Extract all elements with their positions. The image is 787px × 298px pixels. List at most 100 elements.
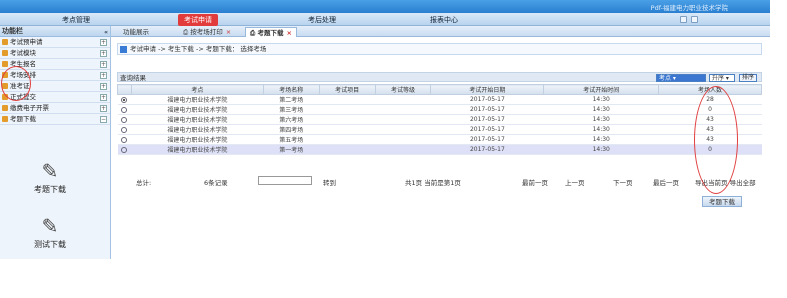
cell-date: 2017-05-17: [430, 94, 544, 105]
table-row[interactable]: 福建电力职业技术学院 第二考场 2017-05-17 14:30 28: [117, 94, 762, 105]
printer-icon: ⎙: [250, 29, 256, 37]
next-page-link[interactable]: 下一页: [613, 177, 633, 187]
total-label: 总计:: [136, 179, 152, 187]
expand-icon[interactable]: +: [100, 50, 107, 57]
sidebar-title: 功能栏: [2, 27, 23, 35]
first-page-link[interactable]: 最前一页: [522, 177, 548, 187]
cell-site: 福建电力职业技术学院: [131, 94, 264, 105]
breadcrumb: 考试申请 -> 考生下载 -> 考题下载： 选择考场: [117, 43, 762, 55]
download-pen-icon: ✎: [41, 159, 59, 183]
row-radio[interactable]: [121, 116, 128, 123]
sidebar-item-e-invoice[interactable]: 缴费电子开票 +: [0, 103, 110, 114]
expand-icon[interactable]: +: [100, 83, 107, 90]
cell-project: [319, 134, 376, 145]
nav-site-management[interactable]: 考点管理: [62, 15, 90, 25]
results-bar: 查询结果 考点 ▾ 升序 ▾ 排序: [117, 72, 762, 82]
expand-icon[interactable]: +: [100, 72, 107, 79]
sort-field-value: 考点: [659, 75, 672, 82]
brand-text: Pdf-福建电力职业技术学院: [650, 4, 728, 12]
tab-question-download[interactable]: ⎙ 考题下载 ×: [245, 27, 297, 37]
table-row[interactable]: 福建电力职业技术学院 第一考场 2017-05-17 14:30 0: [117, 144, 762, 155]
sidebar-item-label: 考题下载: [10, 115, 36, 123]
cell-level: [375, 134, 431, 145]
prev-page-link[interactable]: 上一页: [565, 177, 585, 187]
folder-icon: [2, 61, 8, 67]
exam-room-table: 考点 考场名称 考试项目 考试等级 考试开始日期 考试开始时间 考场人数 福建电…: [117, 84, 762, 155]
row-radio[interactable]: [121, 146, 128, 153]
column-header: 考场名称: [262, 84, 320, 95]
nav-exam-application[interactable]: 考试申请: [178, 14, 218, 26]
table-row[interactable]: 福建电力职业技术学院 第六考场 2017-05-17 14:30 43: [117, 114, 762, 125]
record-count: 6条记录: [204, 179, 228, 187]
cell-date: 2017-05-17: [430, 104, 544, 115]
table-row[interactable]: 福建电力职业技术学院 第三考场 2017-05-17 14:30 0: [117, 104, 762, 115]
question-download-shortcut[interactable]: ✎ 考题下载: [30, 159, 70, 195]
row-radio[interactable]: [121, 96, 128, 103]
sidebar-item-exam-module[interactable]: 考试模块 +: [0, 48, 110, 59]
expand-icon[interactable]: +: [100, 61, 107, 68]
sort-order-select[interactable]: 升序 ▾: [709, 74, 735, 82]
main-content: 功能展示 ⎙ 按考场打印 × ⎙ 考题下载 × 考试申请 -> 考生下载 -> 考题…: [111, 26, 770, 259]
sidebar-header: 功能栏 «: [0, 26, 110, 37]
column-header: 考试开始日期: [430, 84, 545, 95]
cell-project: [319, 124, 376, 135]
folder-icon: [2, 50, 8, 56]
sidebar-item-pre-application[interactable]: 考试预申请 +: [0, 37, 110, 48]
shortcut-label: 考题下载: [34, 185, 66, 194]
expand-icon[interactable]: +: [100, 94, 107, 101]
close-tab-icon[interactable]: ×: [226, 28, 231, 36]
nav-post-exam[interactable]: 考后处理: [308, 15, 336, 25]
sidebar-item-question-download[interactable]: 考题下载 −: [0, 114, 110, 125]
tab-label: 功能展示: [123, 28, 149, 36]
cell-level: [375, 114, 431, 125]
table-row[interactable]: 福建电力职业技术学院 第五考场 2017-05-17 14:30 43: [117, 134, 762, 145]
page-info: 共1页 当前是第1页: [405, 179, 461, 187]
goto-button[interactable]: 转到: [323, 177, 336, 187]
restore-window-button[interactable]: [691, 16, 698, 23]
last-page-link[interactable]: 最后一页: [653, 177, 679, 187]
collapse-icon[interactable]: −: [100, 116, 107, 123]
close-tab-icon[interactable]: ×: [286, 29, 291, 37]
cell-time: 14:30: [543, 124, 659, 135]
sort-field-select[interactable]: 考点 ▾: [656, 74, 706, 82]
sort-button[interactable]: 排序: [739, 74, 758, 82]
table-row[interactable]: 福建电力职业技术学院 第四考场 2017-05-17 14:30 43: [117, 124, 762, 135]
expand-icon[interactable]: +: [100, 105, 107, 112]
cell-room: 第一考场: [263, 144, 320, 155]
sort-order-value: 升序: [712, 75, 725, 82]
column-header: 考试项目: [318, 84, 376, 95]
cell-room: 第三考场: [263, 104, 320, 115]
sidebar-item-label: 考试模块: [10, 49, 36, 57]
printer-icon: ⎙: [183, 28, 189, 36]
cell-room: 第五考场: [263, 134, 320, 145]
top-banner: Pdf-福建电力职业技术学院: [0, 0, 770, 13]
cell-site: 福建电力职业技术学院: [131, 134, 264, 145]
tab-print-by-room[interactable]: ⎙ 按考场打印 ×: [179, 27, 235, 37]
cell-site: 福建电力职业技术学院: [131, 144, 264, 155]
expand-icon[interactable]: +: [100, 39, 107, 46]
test-download-shortcut[interactable]: ✎ 测试下载: [30, 214, 70, 250]
nav-report-center[interactable]: 报表中心: [430, 15, 458, 25]
question-download-button[interactable]: 考题下载: [702, 196, 742, 207]
row-radio[interactable]: [121, 136, 128, 143]
tab-label: 按考场打印: [190, 28, 223, 36]
minimize-window-button[interactable]: [680, 16, 687, 23]
cell-room: 第二考场: [263, 94, 320, 105]
cell-time: 14:30: [543, 114, 659, 125]
annotation-circle: [694, 86, 738, 194]
shortcut-label: 测试下载: [34, 240, 66, 249]
tab-feature-display[interactable]: 功能展示: [119, 27, 153, 37]
cell-date: 2017-05-17: [430, 144, 544, 155]
column-header: 考试等级: [374, 84, 432, 95]
folder-icon: [2, 116, 8, 122]
cell-project: [319, 94, 376, 105]
cell-time: 14:30: [543, 104, 659, 115]
row-radio[interactable]: [121, 126, 128, 133]
goto-page-input[interactable]: [258, 176, 312, 185]
cell-site: 福建电力职业技术学院: [131, 124, 264, 135]
row-radio[interactable]: [121, 106, 128, 113]
column-header: 考点: [130, 84, 264, 95]
cell-level: [375, 144, 431, 155]
cell-project: [319, 114, 376, 125]
cell-site: 福建电力职业技术学院: [131, 104, 264, 115]
